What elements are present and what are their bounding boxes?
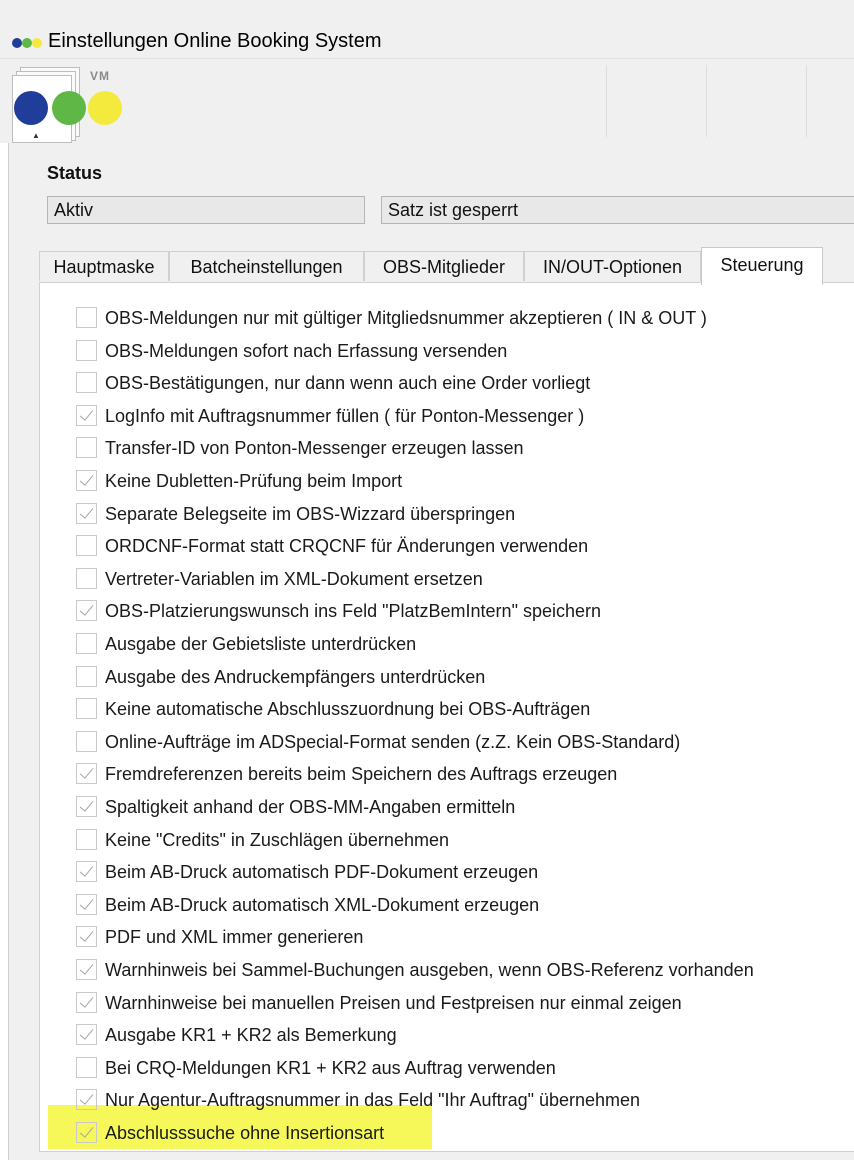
title-bar: Einstellungen Online Booking System [0, 0, 854, 59]
checkbox-checked[interactable] [76, 405, 97, 426]
option-label: OBS-Platzierungswunsch ins Feld "PlatzBe… [105, 601, 602, 621]
checkbox-unchecked[interactable] [76, 1057, 97, 1078]
option-row[interactable]: Ausgabe KR1 + KR2 als Bemerkung [76, 1022, 836, 1048]
tab-batcheinstellungen[interactable]: Batcheinstellungen [169, 251, 364, 281]
option-label: ORDCNF-Format statt CRQCNF für Änderunge… [105, 536, 589, 556]
checkbox-checked[interactable] [76, 503, 97, 524]
checkbox-unchecked[interactable] [76, 633, 97, 654]
option-row[interactable]: Separate Belegseite im OBS-Wizzard übers… [76, 501, 836, 527]
checkbox-unchecked[interactable] [76, 666, 97, 687]
option-label: LogInfo mit Auftragsnummer füllen ( für … [105, 406, 585, 426]
option-row[interactable]: Transfer-ID von Ponton-Messenger erzeuge… [76, 435, 836, 461]
option-label: OBS-Meldungen sofort nach Erfassung vers… [105, 341, 508, 361]
lock-status-field: Satz ist gesperrt [381, 196, 854, 224]
option-row[interactable]: Fremdreferenzen bereits beim Speichern d… [76, 761, 836, 787]
checkbox-checked[interactable] [76, 600, 97, 621]
option-row[interactable]: Abschlusssuche ohne Insertionsart [76, 1120, 836, 1146]
option-label: Vertreter-Variablen im XML-Dokument erse… [105, 569, 483, 589]
option-label: Beim AB-Druck automatisch XML-Dokument e… [105, 895, 540, 915]
checkbox-unchecked[interactable] [76, 568, 97, 589]
checkbox-unchecked[interactable] [76, 829, 97, 850]
option-row[interactable]: Bei CRQ-Meldungen KR1 + KR2 aus Auftrag … [76, 1055, 836, 1081]
checkbox-unchecked[interactable] [76, 698, 97, 719]
option-row[interactable]: OBS-Bestätigungen, nur dann wenn auch ei… [76, 370, 836, 396]
option-row[interactable]: ORDCNF-Format statt CRQCNF für Änderunge… [76, 533, 836, 559]
option-label: Abschlusssuche ohne Insertionsart [105, 1123, 385, 1143]
option-label: Beim AB-Druck automatisch PDF-Dokument e… [105, 862, 539, 882]
option-row[interactable]: Keine "Credits" in Zuschlägen übernehmen [76, 827, 836, 853]
option-label: Bei CRQ-Meldungen KR1 + KR2 aus Auftrag … [105, 1058, 556, 1078]
checkbox-checked[interactable] [76, 1122, 97, 1143]
option-label: Transfer-ID von Ponton-Messenger erzeuge… [105, 438, 524, 458]
option-row[interactable]: Spaltigkeit anhand der OBS-MM-Angaben er… [76, 794, 836, 820]
option-label: Keine automatische Abschlusszuordnung be… [105, 699, 591, 719]
checkbox-unchecked[interactable] [76, 340, 97, 361]
option-label: Fremdreferenzen bereits beim Speichern d… [105, 764, 618, 784]
tab-hauptmaske[interactable]: Hauptmaske [39, 251, 169, 281]
small-arrow-icon: ▲ [32, 131, 40, 140]
option-row[interactable]: Keine automatische Abschlusszuordnung be… [76, 696, 836, 722]
option-label: Nur Agentur-Auftragsnummer in das Feld "… [105, 1090, 641, 1110]
option-row[interactable]: LogInfo mit Auftragsnummer füllen ( für … [76, 403, 836, 429]
vm-logo[interactable]: VM ▲ [12, 65, 142, 143]
option-label: OBS-Bestätigungen, nur dann wenn auch ei… [105, 373, 591, 393]
option-label: Warnhinweis bei Sammel-Buchungen ausgebe… [105, 960, 754, 980]
checkbox-checked[interactable] [76, 763, 97, 784]
option-label: Ausgabe der Gebietsliste unterdrücken [105, 634, 417, 654]
checkbox-unchecked[interactable] [76, 437, 97, 458]
app-dots-icon [12, 38, 42, 48]
checkbox-checked[interactable] [76, 992, 97, 1013]
option-label: Keine Dubletten-Prüfung beim Import [105, 471, 403, 491]
checkbox-checked[interactable] [76, 894, 97, 915]
checkbox-checked[interactable] [76, 796, 97, 817]
option-row[interactable]: Beim AB-Druck automatisch PDF-Dokument e… [76, 859, 836, 885]
checkbox-checked[interactable] [76, 470, 97, 491]
option-row[interactable]: Vertreter-Variablen im XML-Dokument erse… [76, 566, 836, 592]
option-label: OBS-Meldungen nur mit gültiger Mitglieds… [105, 308, 707, 328]
tab-in-out-optionen[interactable]: IN/OUT-Optionen [524, 251, 701, 281]
status-label: Status [47, 163, 103, 183]
logo-text: VM [90, 69, 110, 83]
tab-steuerung[interactable]: Steuerung [701, 247, 823, 285]
checkbox-checked[interactable] [76, 926, 97, 947]
option-label: Ausgabe KR1 + KR2 als Bemerkung [105, 1025, 397, 1045]
window-title: Einstellungen Online Booking System [48, 30, 382, 52]
option-row[interactable]: OBS-Meldungen nur mit gültiger Mitglieds… [76, 305, 836, 331]
toolbar: VM ▲ [0, 59, 854, 143]
option-label: Spaltigkeit anhand der OBS-MM-Angaben er… [105, 797, 516, 817]
option-label: Warnhinweise bei manuellen Preisen und F… [105, 993, 682, 1013]
option-row[interactable]: Ausgabe der Gebietsliste unterdrücken [76, 631, 836, 657]
option-row[interactable]: Beim AB-Druck automatisch XML-Dokument e… [76, 892, 836, 918]
option-row[interactable]: Ausgabe des Andruckempfängers unterdrück… [76, 664, 836, 690]
checkbox-unchecked[interactable] [76, 731, 97, 752]
checkbox-checked[interactable] [76, 861, 97, 882]
option-label: PDF und XML immer generieren [105, 927, 364, 947]
option-row[interactable]: OBS-Platzierungswunsch ins Feld "PlatzBe… [76, 598, 836, 624]
status-field: Aktiv [47, 196, 365, 224]
option-row[interactable]: Nur Agentur-Auftragsnummer in das Feld "… [76, 1087, 836, 1113]
tab-obs-mitglieder[interactable]: OBS-Mitglieder [364, 251, 524, 281]
checkbox-checked[interactable] [76, 1024, 97, 1045]
option-row[interactable]: Warnhinweise bei manuellen Preisen und F… [76, 990, 836, 1016]
option-label: Ausgabe des Andruckempfängers unterdrück… [105, 667, 486, 687]
option-row[interactable]: Online-Aufträge im ADSpecial-Format send… [76, 729, 836, 755]
option-label: Online-Aufträge im ADSpecial-Format send… [105, 732, 681, 752]
option-row[interactable]: Warnhinweis bei Sammel-Buchungen ausgebe… [76, 957, 836, 983]
checkbox-unchecked[interactable] [76, 535, 97, 556]
option-row[interactable]: PDF und XML immer generieren [76, 924, 836, 950]
option-label: Keine "Credits" in Zuschlägen übernehmen [105, 830, 449, 850]
option-row[interactable]: OBS-Meldungen sofort nach Erfassung vers… [76, 338, 836, 364]
option-label: Separate Belegseite im OBS-Wizzard übers… [105, 504, 516, 524]
checkbox-unchecked[interactable] [76, 307, 97, 328]
checkbox-checked[interactable] [76, 1089, 97, 1110]
checkbox-checked[interactable] [76, 959, 97, 980]
option-row[interactable]: Keine Dubletten-Prüfung beim Import [76, 468, 836, 494]
checkbox-unchecked[interactable] [76, 372, 97, 393]
